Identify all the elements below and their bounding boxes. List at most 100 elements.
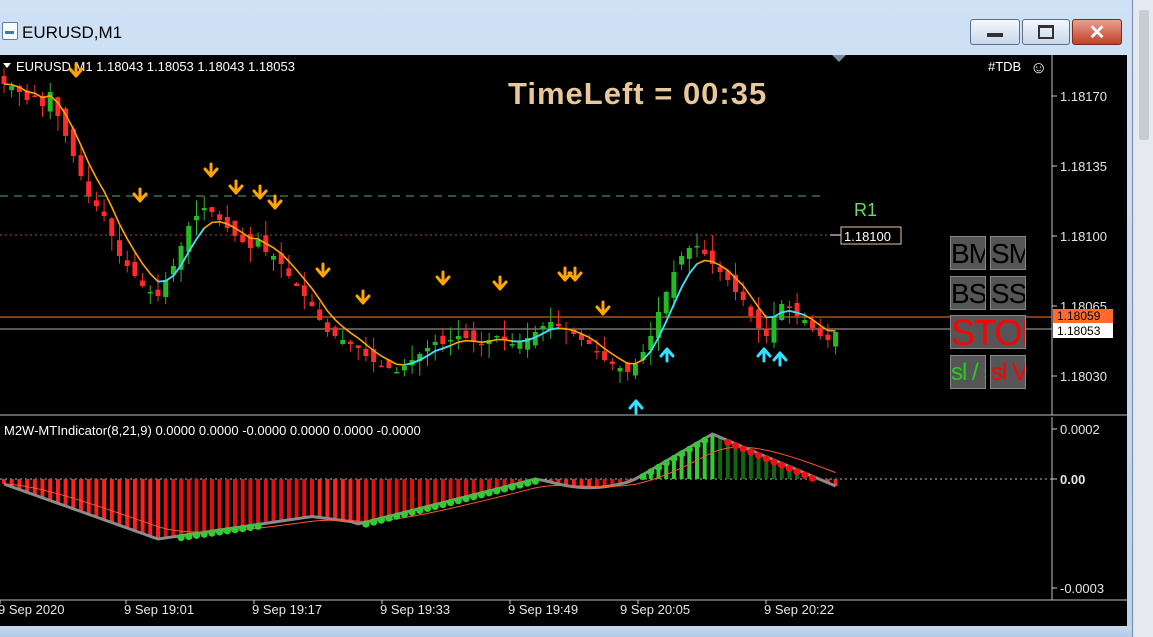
histogram-bar — [294, 479, 299, 519]
title-bar[interactable]: EURUSD,M1 ✕ — [0, 0, 1132, 55]
up-dot — [685, 445, 693, 454]
histogram-bar — [379, 479, 384, 519]
close-icon: ✕ — [1088, 21, 1106, 44]
up-dot — [500, 485, 509, 493]
up-dot — [439, 500, 447, 509]
histogram-bar — [171, 479, 176, 537]
up-dot — [431, 502, 439, 511]
maximize-button[interactable] — [1022, 19, 1070, 45]
candle-body — [340, 340, 346, 344]
histogram-bar — [256, 479, 261, 525]
r1-label: R1 — [854, 200, 877, 220]
candle-body — [78, 155, 84, 176]
histogram-bar — [48, 479, 53, 501]
up-dot — [377, 516, 385, 524]
candle-body — [378, 365, 384, 368]
candle-body — [540, 326, 546, 330]
histogram-bar — [117, 479, 122, 526]
histogram-bar — [125, 479, 130, 528]
candle-body — [271, 256, 276, 260]
candle-body — [286, 268, 292, 276]
histogram-bar — [410, 479, 415, 511]
histogram-bars — [2, 434, 838, 539]
sell-stop-button[interactable]: SS — [990, 276, 1026, 310]
histogram-bar — [63, 479, 68, 506]
candle-body — [147, 292, 153, 294]
sl-sell-button[interactable]: sl V — [990, 355, 1026, 389]
histogram-bar — [302, 479, 307, 518]
sell-market-button[interactable]: SM — [990, 236, 1026, 270]
candle-body — [555, 323, 561, 326]
up-dot — [701, 436, 709, 445]
bid-price-text: 1.18053 — [1057, 324, 1101, 338]
histogram-bar — [194, 479, 199, 534]
candle-body — [594, 351, 600, 353]
candle-body — [494, 336, 500, 338]
up-dot — [362, 520, 370, 528]
buy-market-button[interactable]: BM — [950, 236, 986, 270]
candle-body — [586, 339, 592, 344]
candle-body — [448, 340, 454, 342]
candle-body — [632, 364, 638, 376]
histogram-bar — [233, 479, 237, 528]
histogram-bar — [387, 479, 391, 517]
time-tick: 9 Sep 19:01 — [124, 602, 194, 617]
candle-body — [833, 332, 839, 347]
price-tick: 1.18100 — [1060, 229, 1107, 244]
candle-body — [509, 344, 515, 346]
time-tick: 9 Sep 19:17 — [252, 602, 322, 617]
histogram-bar — [94, 479, 99, 517]
up-dot — [185, 532, 193, 541]
up-dot — [662, 459, 670, 467]
buy-stop-button[interactable]: BS — [950, 276, 986, 310]
histogram-bar — [725, 440, 730, 479]
candle-body — [756, 309, 762, 328]
price-tick: 1.18135 — [1060, 159, 1107, 174]
up-dot — [393, 512, 401, 520]
candle-body — [748, 306, 754, 316]
down-dot — [762, 455, 770, 463]
r1-price-text: 1.18100 — [844, 229, 891, 244]
up-dot — [370, 518, 378, 526]
histogram-bar — [363, 479, 368, 523]
down-dot — [755, 451, 763, 460]
histogram-bar — [310, 479, 314, 517]
sl-buy-button[interactable]: sl / sl — [950, 355, 986, 389]
histogram-bar — [371, 479, 376, 521]
window-bottom-border — [0, 626, 1132, 637]
candle-body — [224, 217, 230, 228]
candle-body — [455, 336, 461, 340]
up-dot — [678, 450, 686, 458]
candle-body — [9, 86, 15, 91]
candle-body — [786, 306, 792, 308]
stop-button[interactable]: STOP — [950, 315, 1026, 349]
histogram-bar — [71, 479, 76, 509]
candle-body — [671, 272, 677, 298]
minimize-button[interactable] — [970, 19, 1020, 45]
window-title: EURUSD,M1 — [22, 23, 123, 42]
ask-price-text: 1.18059 — [1057, 309, 1101, 323]
down-dot — [801, 471, 809, 479]
down-dot — [731, 442, 740, 450]
histogram-bar — [55, 479, 60, 504]
histogram-bar — [102, 479, 107, 520]
histogram-bar — [718, 437, 723, 479]
candle-body — [124, 260, 130, 266]
candle-body — [478, 343, 484, 346]
outer-scrollbar[interactable] — [1135, 0, 1153, 637]
candle-body — [324, 322, 330, 332]
candle-body — [86, 181, 92, 196]
histogram-bar — [217, 479, 222, 530]
candle-body — [471, 330, 477, 342]
histogram-bar — [286, 479, 291, 520]
scrollbar-thumb[interactable] — [1139, 10, 1149, 140]
histogram-bar — [425, 479, 430, 507]
histogram-bar — [710, 434, 715, 479]
histogram-bar — [179, 479, 184, 536]
candle-body — [309, 301, 315, 306]
time-tick: 9 Sep 19:49 — [508, 602, 578, 617]
close-button[interactable]: ✕ — [1072, 19, 1122, 45]
up-dot — [531, 477, 539, 485]
candle-body — [663, 292, 669, 314]
up-dot — [408, 508, 416, 516]
